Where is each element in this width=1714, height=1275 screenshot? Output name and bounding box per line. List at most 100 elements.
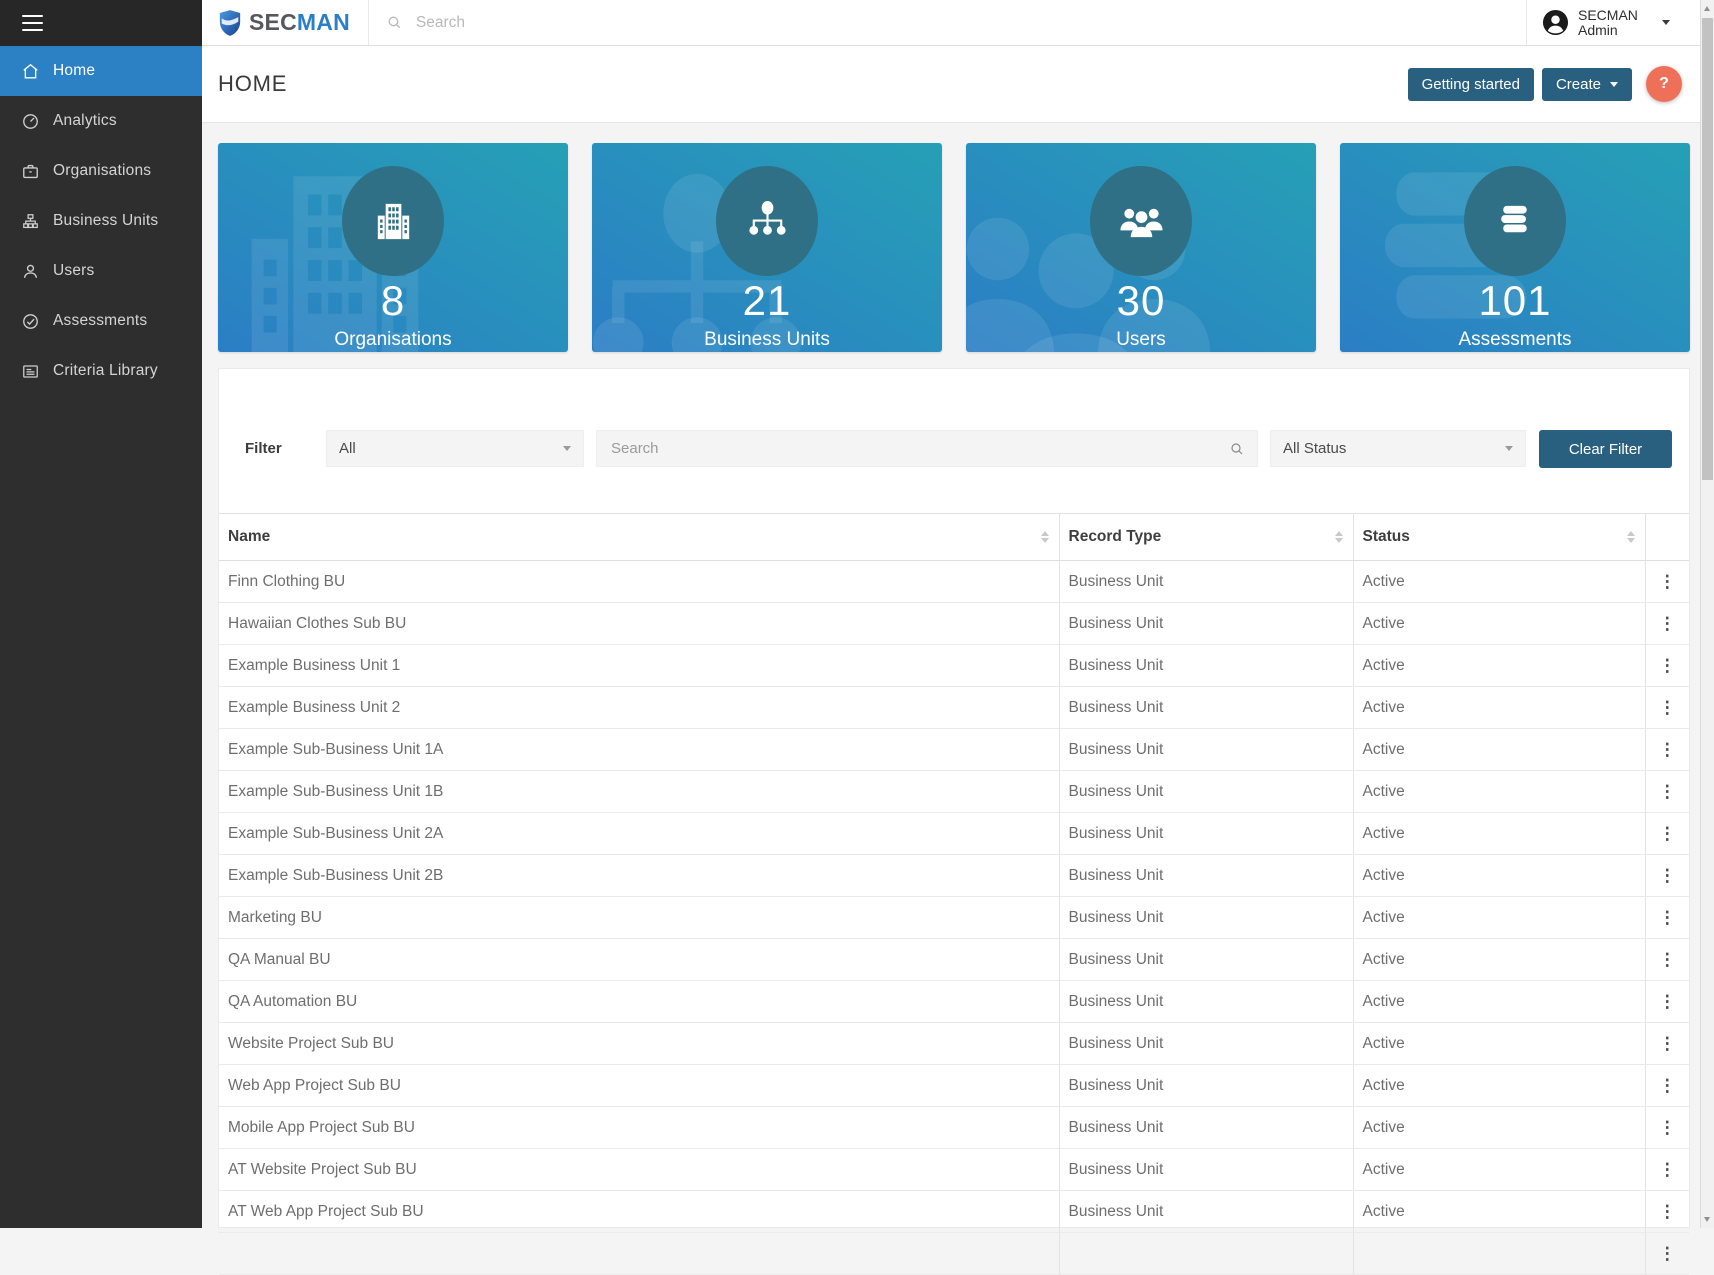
sort-icon[interactable] bbox=[1040, 531, 1049, 543]
cell-record-type: Business Unit bbox=[1058, 560, 1353, 603]
sort-icon[interactable] bbox=[1626, 531, 1635, 543]
stat-card-organisations[interactable]: 8 Organisations bbox=[218, 143, 568, 352]
row-actions-menu-icon[interactable]: ⋮ bbox=[1644, 560, 1689, 603]
row-actions-menu-icon[interactable]: ⋮ bbox=[1644, 938, 1689, 981]
row-actions-menu-icon[interactable]: ⋮ bbox=[1644, 854, 1689, 897]
scroll-down-icon[interactable] bbox=[1704, 1217, 1710, 1222]
sidebar-item-analytics[interactable]: Analytics bbox=[0, 96, 202, 146]
cell-record-type: Business Unit bbox=[1058, 602, 1353, 645]
table-search-input[interactable] bbox=[609, 439, 1229, 458]
table-row[interactable]: Hawaiian Clothes Sub BU Business Unit Ac… bbox=[219, 602, 1689, 645]
table-row[interactable]: AT Web App Project Sub BU Business Unit … bbox=[219, 1190, 1689, 1233]
cell-name: Example Sub-Business Unit 2B bbox=[219, 854, 1059, 897]
avatar-icon bbox=[1542, 9, 1569, 36]
cell-name: Example Sub-Business Unit 1B bbox=[219, 770, 1059, 813]
sidebar-item-criteria-library[interactable]: Criteria Library bbox=[0, 346, 202, 396]
table-row[interactable]: Web App Project Sub BU Business Unit Act… bbox=[219, 1064, 1689, 1107]
sidebar-item-home[interactable]: Home bbox=[0, 46, 202, 96]
scrollbar-thumb[interactable] bbox=[1702, 18, 1713, 480]
sidebar-item-organisations[interactable]: Organisations bbox=[0, 146, 202, 196]
table-row[interactable]: Finn Clothing BU Business Unit Active ⋮ bbox=[219, 560, 1689, 603]
row-actions-menu-icon[interactable]: ⋮ bbox=[1644, 1106, 1689, 1149]
cell-status: Active bbox=[1352, 560, 1645, 603]
briefcase-icon bbox=[21, 162, 40, 181]
topbar: SECMAN SECMAN Admin bbox=[202, 0, 1714, 46]
create-button[interactable]: Create bbox=[1541, 67, 1632, 101]
cell-name: Example Business Unit 1 bbox=[219, 644, 1059, 687]
column-header-status[interactable]: Status bbox=[1352, 513, 1645, 561]
table-row[interactable]: AT Website Project Sub BU Business Unit … bbox=[219, 1148, 1689, 1191]
sidebar-item-assessments[interactable]: Assessments bbox=[0, 296, 202, 346]
cell-name: QA Manual BU bbox=[219, 938, 1059, 981]
cell-record-type: Business Unit bbox=[1058, 686, 1353, 729]
sidebar-item-label: Home bbox=[53, 62, 96, 79]
row-actions-menu-icon[interactable]: ⋮ bbox=[1644, 896, 1689, 939]
stat-card-business-units[interactable]: 21 Business Units bbox=[592, 143, 942, 352]
table-row[interactable]: Marketing BU Business Unit Active ⋮ bbox=[219, 896, 1689, 939]
cell-status: Active bbox=[1352, 644, 1645, 687]
row-actions-menu-icon[interactable]: ⋮ bbox=[1644, 644, 1689, 687]
table-row[interactable]: Example Sub-Business Unit 2A Business Un… bbox=[219, 812, 1689, 855]
global-search-input[interactable] bbox=[413, 12, 1038, 33]
row-actions-menu-icon[interactable]: ⋮ bbox=[1644, 602, 1689, 645]
row-actions-menu-icon[interactable]: ⋮ bbox=[1644, 980, 1689, 1023]
stat-icon-circle bbox=[716, 166, 818, 276]
check-circle-icon bbox=[21, 312, 40, 331]
table-row-partial[interactable]: ⋮ bbox=[219, 1232, 1689, 1275]
sidebar-item-users[interactable]: Users bbox=[0, 246, 202, 296]
table-row[interactable]: QA Manual BU Business Unit Active ⋮ bbox=[219, 938, 1689, 981]
stat-icon-circle bbox=[1090, 166, 1192, 276]
table-row[interactable]: QA Automation BU Business Unit Active ⋮ bbox=[219, 980, 1689, 1023]
getting-started-button[interactable]: Getting started bbox=[1407, 67, 1534, 101]
row-actions-menu-icon[interactable]: ⋮ bbox=[1644, 1064, 1689, 1107]
column-header-record-type[interactable]: Record Type bbox=[1058, 513, 1353, 561]
gauge-icon bbox=[21, 112, 40, 131]
row-actions-menu-icon[interactable]: ⋮ bbox=[1644, 770, 1689, 813]
row-actions-menu-icon[interactable]: ⋮ bbox=[1644, 1148, 1689, 1191]
cell-record-type: Business Unit bbox=[1058, 980, 1353, 1023]
row-actions-menu-icon[interactable]: ⋮ bbox=[1644, 686, 1689, 729]
cell-name bbox=[219, 1232, 1059, 1275]
app-logo[interactable]: SECMAN bbox=[202, 0, 369, 45]
sort-icon[interactable] bbox=[1334, 531, 1343, 543]
row-actions-menu-icon[interactable]: ⋮ bbox=[1644, 1190, 1689, 1233]
table-row[interactable]: Website Project Sub BU Business Unit Act… bbox=[219, 1022, 1689, 1065]
table-row[interactable]: Mobile App Project Sub BU Business Unit … bbox=[219, 1106, 1689, 1149]
column-header-name[interactable]: Name bbox=[219, 513, 1059, 561]
page-scrollbar[interactable] bbox=[1700, 0, 1714, 1228]
table-row[interactable]: Example Business Unit 1 Business Unit Ac… bbox=[219, 644, 1689, 687]
stat-icon-circle bbox=[1464, 166, 1566, 276]
stat-card-assessments[interactable]: 101 Assessments bbox=[1340, 143, 1690, 352]
row-actions-menu-icon[interactable]: ⋮ bbox=[1644, 1022, 1689, 1065]
sidebar-item-label: Users bbox=[53, 262, 95, 279]
row-actions-menu-icon[interactable]: ⋮ bbox=[1644, 1232, 1689, 1275]
table-row[interactable]: Example Sub-Business Unit 1A Business Un… bbox=[219, 728, 1689, 771]
user-menu[interactable]: SECMAN Admin bbox=[1526, 0, 1690, 45]
sidebar-item-business-units[interactable]: Business Units bbox=[0, 196, 202, 246]
menu-toggle-button[interactable] bbox=[22, 14, 43, 32]
table-row[interactable]: Example Sub-Business Unit 2B Business Un… bbox=[219, 854, 1689, 897]
cell-status: Active bbox=[1352, 812, 1645, 855]
cell-record-type: Business Unit bbox=[1058, 644, 1353, 687]
filter-label: Filter bbox=[245, 440, 282, 457]
cell-status: Active bbox=[1352, 1022, 1645, 1065]
row-actions-menu-icon[interactable]: ⋮ bbox=[1644, 812, 1689, 855]
scroll-up-icon[interactable] bbox=[1704, 6, 1710, 11]
cell-status bbox=[1352, 1232, 1645, 1275]
cell-record-type: Business Unit bbox=[1058, 812, 1353, 855]
table-row[interactable]: Example Sub-Business Unit 1B Business Un… bbox=[219, 770, 1689, 813]
sidebar-item-label: Analytics bbox=[53, 112, 117, 129]
status-filter-select[interactable]: All Status bbox=[1270, 430, 1526, 467]
cell-name: AT Website Project Sub BU bbox=[219, 1148, 1059, 1191]
help-button[interactable]: ? bbox=[1646, 66, 1682, 102]
cell-name: Finn Clothing BU bbox=[219, 560, 1059, 603]
sidebar-item-label: Business Units bbox=[53, 212, 159, 229]
cell-status: Active bbox=[1352, 602, 1645, 645]
cell-name: Example Sub-Business Unit 2A bbox=[219, 812, 1059, 855]
stat-card-users[interactable]: 30 Users bbox=[966, 143, 1316, 352]
record-type-filter-select[interactable]: All bbox=[326, 430, 584, 467]
cell-record-type: Business Unit bbox=[1058, 1022, 1353, 1065]
clear-filter-button[interactable]: Clear Filter bbox=[1539, 430, 1672, 468]
table-row[interactable]: Example Business Unit 2 Business Unit Ac… bbox=[219, 686, 1689, 729]
row-actions-menu-icon[interactable]: ⋮ bbox=[1644, 728, 1689, 771]
